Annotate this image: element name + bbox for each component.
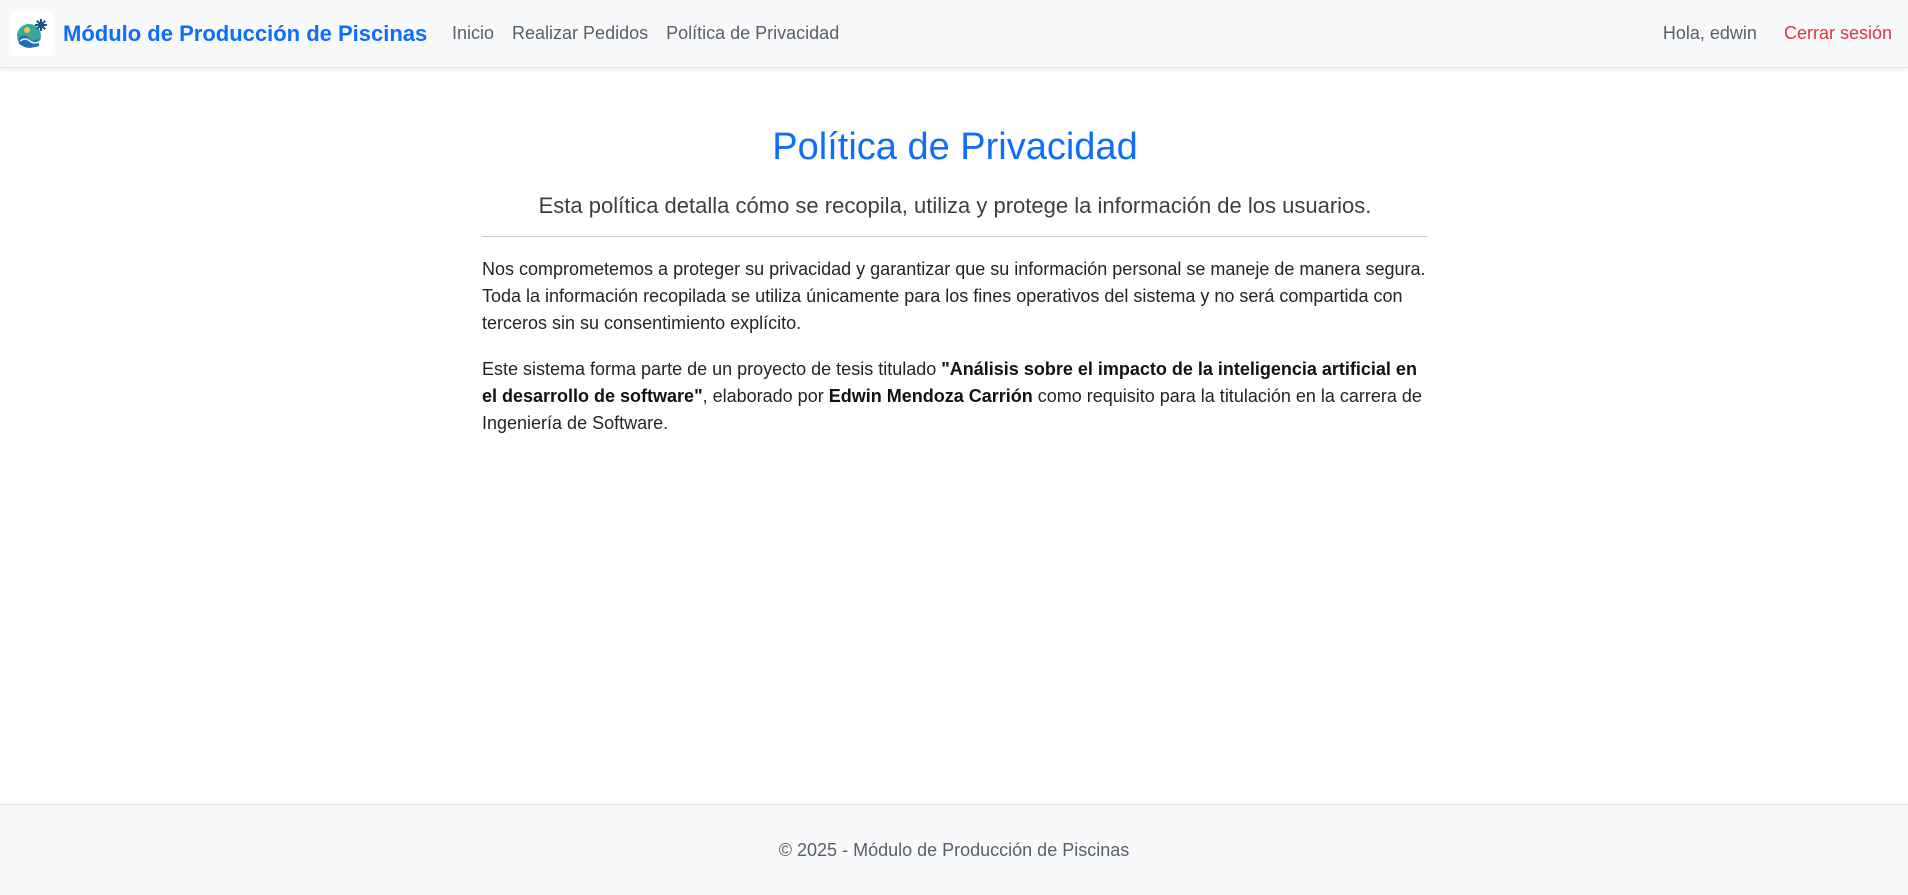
thesis-intro: Este sistema forma parte de un proyecto … bbox=[482, 359, 942, 379]
nav-links: Inicio Realizar Pedidos Política de Priv… bbox=[452, 0, 857, 66]
privacy-paragraph: Nos comprometemos a proteger su privacid… bbox=[482, 259, 1426, 333]
footer: © 2025 - Módulo de Producción de Piscina… bbox=[0, 804, 1908, 895]
nav-link-inicio[interactable]: Inicio bbox=[452, 23, 494, 44]
page-lead: Esta política detalla cómo se recopila, … bbox=[538, 193, 1372, 218]
logout-link[interactable]: Cerrar sesión bbox=[1784, 23, 1892, 44]
pool-logo-icon bbox=[10, 12, 54, 56]
navbar: Módulo de Producción de Piscinas Inicio … bbox=[0, 0, 1908, 68]
main-content: Política de Privacidad Esta política det… bbox=[482, 118, 1428, 437]
thesis-paragraph: Este sistema forma parte de un proyecto … bbox=[482, 356, 1428, 437]
page-title: Política de Privacidad bbox=[772, 126, 1138, 168]
nav-link-politica-privacidad[interactable]: Política de Privacidad bbox=[666, 23, 839, 44]
nav-link-realizar-pedidos[interactable]: Realizar Pedidos bbox=[512, 23, 648, 44]
brand-link[interactable]: Módulo de Producción de Piscinas bbox=[10, 12, 427, 56]
user-greeting: Hola, edwin bbox=[1662, 22, 1757, 43]
divider bbox=[482, 236, 1428, 237]
thesis-middle: , elaborado por bbox=[702, 386, 829, 406]
thesis-author: Edwin Mendoza Carrión bbox=[828, 386, 1033, 406]
user-area: Hola, edwin Cerrar sesión bbox=[1663, 0, 1892, 66]
footer-copyright: © 2025 - Módulo de Producción de Piscina… bbox=[778, 839, 1130, 860]
brand-title: Módulo de Producción de Piscinas bbox=[63, 21, 428, 46]
